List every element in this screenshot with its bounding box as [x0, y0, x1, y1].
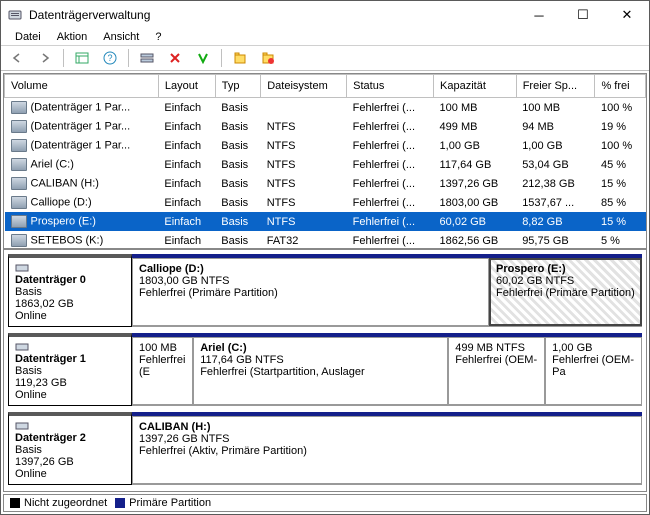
action2-button[interactable] — [256, 46, 280, 70]
volume-icon — [11, 234, 27, 247]
disk-row: Datenträger 1Basis119,23 GBOnline100 MBF… — [8, 333, 642, 406]
volume-row[interactable]: Ariel (C:)EinfachBasisNTFSFehlerfrei (..… — [5, 155, 646, 174]
help-button[interactable]: ? — [98, 46, 122, 70]
close-button[interactable]: ✕ — [605, 1, 649, 29]
legend-unallocated: Nicht zugeordnet — [10, 497, 107, 509]
delete-button[interactable] — [163, 46, 187, 70]
volume-icon — [11, 139, 27, 152]
volume-list-pane: VolumeLayoutTypDateisystemStatusKapazitä… — [4, 74, 646, 250]
volume-row[interactable]: SETEBOS (K:)EinfachBasisFAT32Fehlerfrei … — [5, 231, 646, 250]
view-button[interactable] — [70, 46, 94, 70]
partition-block[interactable]: 100 MBFehlerfrei (E — [132, 337, 193, 405]
menu-view[interactable]: Ansicht — [95, 29, 147, 45]
partition-block[interactable]: 499 MB NTFSFehlerfrei (OEM- — [448, 337, 545, 405]
column-header-layout[interactable]: Layout — [158, 75, 215, 98]
minimize-button[interactable]: ─ — [517, 1, 561, 29]
partition-block[interactable]: 1,00 GBFehlerfrei (OEM-Pa — [545, 337, 642, 405]
column-header-type[interactable]: Typ — [215, 75, 260, 98]
menu-help[interactable]: ? — [147, 29, 169, 45]
properties-button[interactable] — [191, 46, 215, 70]
menu-file[interactable]: Datei — [7, 29, 49, 45]
volume-row[interactable]: (Datenträger 1 Par...EinfachBasisFehlerf… — [5, 98, 646, 118]
volume-row[interactable]: Calliope (D:)EinfachBasisNTFSFehlerfrei … — [5, 193, 646, 212]
partition-block[interactable]: CALIBAN (H:)1397,26 GB NTFSFehlerfrei (A… — [132, 416, 642, 484]
forward-button[interactable] — [33, 46, 57, 70]
menubar: Datei Aktion Ansicht ? — [1, 29, 649, 46]
volume-icon — [11, 196, 27, 209]
disk-row: Datenträger 0Basis1863,02 GBOnlineCallio… — [8, 254, 642, 327]
volume-row[interactable]: CALIBAN (H:)EinfachBasisNTFSFehlerfrei (… — [5, 174, 646, 193]
volume-row[interactable]: (Datenträger 1 Par...EinfachBasisNTFSFeh… — [5, 136, 646, 155]
volume-table: VolumeLayoutTypDateisystemStatusKapazitä… — [4, 74, 646, 250]
action1-button[interactable] — [228, 46, 252, 70]
column-header-pct[interactable]: % frei — [595, 75, 646, 98]
column-header-status[interactable]: Status — [347, 75, 434, 98]
partition-block[interactable]: Prospero (E:)60,02 GB NTFSFehlerfrei (Pr… — [489, 258, 642, 326]
volume-icon — [11, 101, 27, 114]
volume-row[interactable]: (Datenträger 1 Par...EinfachBasisNTFSFeh… — [5, 117, 646, 136]
column-header-cap[interactable]: Kapazität — [434, 75, 517, 98]
partition-block[interactable]: Ariel (C:)117,64 GB NTFSFehlerfrei (Star… — [193, 337, 448, 405]
refresh-button[interactable] — [135, 46, 159, 70]
content-area: VolumeLayoutTypDateisystemStatusKapazitä… — [3, 73, 647, 492]
disk-header[interactable]: Datenträger 2Basis1397,26 GBOnline — [8, 412, 132, 485]
app-icon — [7, 7, 23, 23]
disk-header[interactable]: Datenträger 1Basis119,23 GBOnline — [8, 333, 132, 406]
toolbar: ? — [1, 46, 649, 71]
disk-row: Datenträger 2Basis1397,26 GBOnlineCALIBA… — [8, 412, 642, 485]
volume-icon — [11, 177, 27, 190]
disk-management-window: Datenträgerverwaltung ─ ☐ ✕ Datei Aktion… — [0, 0, 650, 515]
maximize-button[interactable]: ☐ — [561, 1, 605, 29]
window-title: Datenträgerverwaltung — [29, 8, 517, 22]
legend-primary: Primäre Partition — [115, 497, 211, 509]
column-header-fs[interactable]: Dateisystem — [261, 75, 347, 98]
back-button[interactable] — [5, 46, 29, 70]
partition-block[interactable]: Calliope (D:)1803,00 GB NTFSFehlerfrei (… — [132, 258, 489, 326]
titlebar: Datenträgerverwaltung ─ ☐ ✕ — [1, 1, 649, 29]
volume-icon — [11, 158, 27, 171]
volume-row[interactable]: Prospero (E:)EinfachBasisNTFSFehlerfrei … — [5, 212, 646, 231]
column-header-free[interactable]: Freier Sp... — [516, 75, 595, 98]
menu-action[interactable]: Aktion — [49, 29, 96, 45]
disk-graphical-pane[interactable]: Datenträger 0Basis1863,02 GBOnlineCallio… — [4, 250, 646, 491]
volume-icon — [11, 120, 27, 133]
column-header-volume[interactable]: Volume — [5, 75, 159, 98]
volume-icon — [11, 215, 27, 228]
svg-text:?: ? — [107, 53, 112, 63]
disk-header[interactable]: Datenträger 0Basis1863,02 GBOnline — [8, 254, 132, 327]
legend-bar: Nicht zugeordnet Primäre Partition — [3, 494, 647, 512]
